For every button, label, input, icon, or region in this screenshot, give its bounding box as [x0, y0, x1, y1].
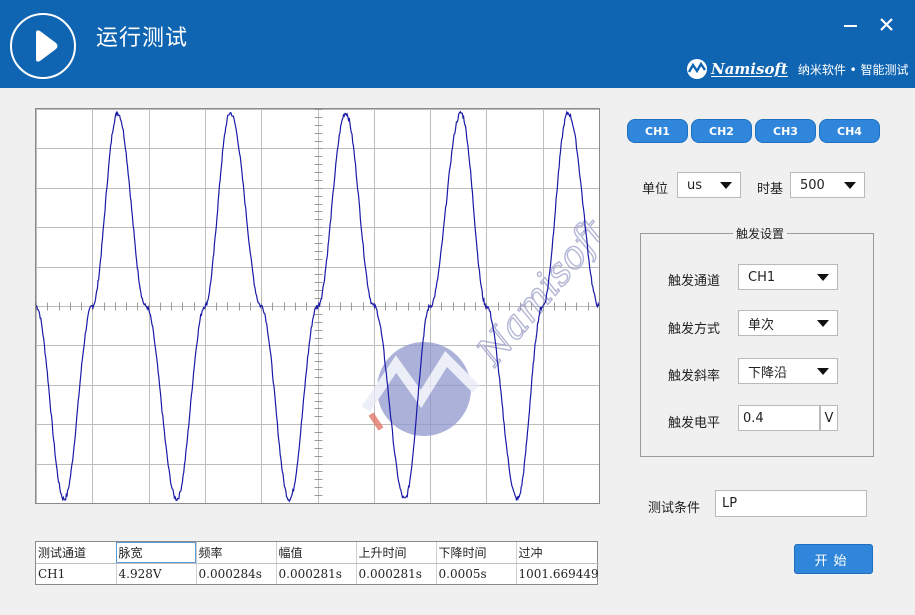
chevron-down-icon	[817, 274, 829, 281]
chevron-down-icon	[844, 182, 856, 189]
ch3-button[interactable]: CH3	[755, 119, 816, 143]
start-button[interactable]: 开始	[794, 544, 873, 574]
ch1-button[interactable]: CH1	[627, 119, 688, 143]
timebase-label: 时基	[757, 182, 784, 197]
oscilloscope-display: Namisoft	[35, 108, 600, 504]
minimize-icon	[844, 25, 857, 27]
trigger-level-input[interactable]: 0.4	[738, 405, 820, 431]
header-cell[interactable]: 脉宽	[116, 542, 197, 564]
trigger-level-unit: V	[820, 405, 838, 431]
trigger-mode-select[interactable]: 单次	[738, 310, 838, 336]
test-condition-label: 测试条件	[648, 501, 701, 516]
app-title: 运行测试	[96, 26, 189, 51]
timebase-value: 500	[800, 177, 825, 193]
ch4-button[interactable]: CH4	[819, 119, 880, 143]
header-cell: 过冲	[516, 542, 599, 564]
unit-label: 单位	[642, 182, 669, 197]
value-cell: 1001.669449	[518, 566, 599, 581]
trigger-settings-legend: 触发设置	[733, 225, 788, 242]
chevron-down-icon	[817, 320, 829, 327]
play-button[interactable]	[10, 13, 76, 79]
header-cell: 下降时间	[436, 542, 517, 564]
close-button[interactable]	[876, 14, 898, 36]
waveform-chart: Namisoft	[36, 109, 599, 503]
watermark: Namisoft	[361, 209, 599, 436]
trigger-channel-select[interactable]: CH1	[738, 264, 838, 290]
header-cell: 频率	[196, 542, 277, 564]
value-cell: 0.000281s	[276, 563, 357, 584]
table-header-row: 测试通道 脉宽 频率 幅值 上升时间 下降时间 过冲	[36, 542, 599, 564]
trigger-slope-label: 触发斜率	[668, 369, 721, 384]
brand-tagline: 纳米软件 • 智能测试	[797, 62, 909, 77]
trigger-mode-value: 单次	[748, 317, 775, 333]
timebase-select[interactable]: 500	[790, 172, 865, 198]
namisoft-logo-icon	[687, 59, 707, 79]
value-cell: 4.928V	[116, 563, 197, 584]
chevron-down-icon	[817, 368, 829, 375]
play-icon	[36, 30, 58, 62]
header-cell: 幅值	[276, 542, 357, 564]
brand-name: Namisoft	[711, 60, 788, 78]
brand: Namisoft 纳米软件 • 智能测试	[686, 58, 909, 80]
measurement-table: 测试通道 脉宽 频率 幅值 上升时间 下降时间 过冲 CH1 4.928V 0.…	[35, 541, 599, 585]
title-bar: 运行测试 Namisoft 纳米软件 • 智能测试	[0, 0, 915, 88]
header-cell: 测试通道	[36, 542, 117, 564]
value-cell: 0.000281s	[356, 563, 437, 584]
close-icon	[880, 18, 893, 31]
chevron-down-icon	[720, 182, 732, 189]
test-condition-input[interactable]: LP	[715, 490, 867, 517]
trigger-channel-value: CH1	[748, 269, 776, 285]
unit-select[interactable]: us	[677, 172, 741, 198]
unit-value: us	[687, 177, 703, 193]
minimize-button[interactable]	[840, 14, 862, 36]
value-cell: 0.000284s	[196, 563, 277, 584]
ch2-button[interactable]: CH2	[691, 119, 752, 143]
watermark-text: Namisoft	[467, 210, 599, 374]
trigger-mode-label: 触发方式	[668, 322, 721, 337]
trigger-slope-select[interactable]: 下降沿	[738, 358, 838, 384]
trigger-slope-value: 下降沿	[748, 365, 788, 381]
table-row: CH1 4.928V 0.000284s 0.000281s 0.000281s…	[36, 563, 599, 584]
trigger-level-label: 触发电平	[668, 416, 721, 431]
header-cell: 上升时间	[356, 542, 437, 564]
value-cell: 0.0005s	[436, 563, 517, 584]
value-cell: CH1	[36, 563, 117, 584]
trigger-channel-label: 触发通道	[668, 274, 721, 289]
